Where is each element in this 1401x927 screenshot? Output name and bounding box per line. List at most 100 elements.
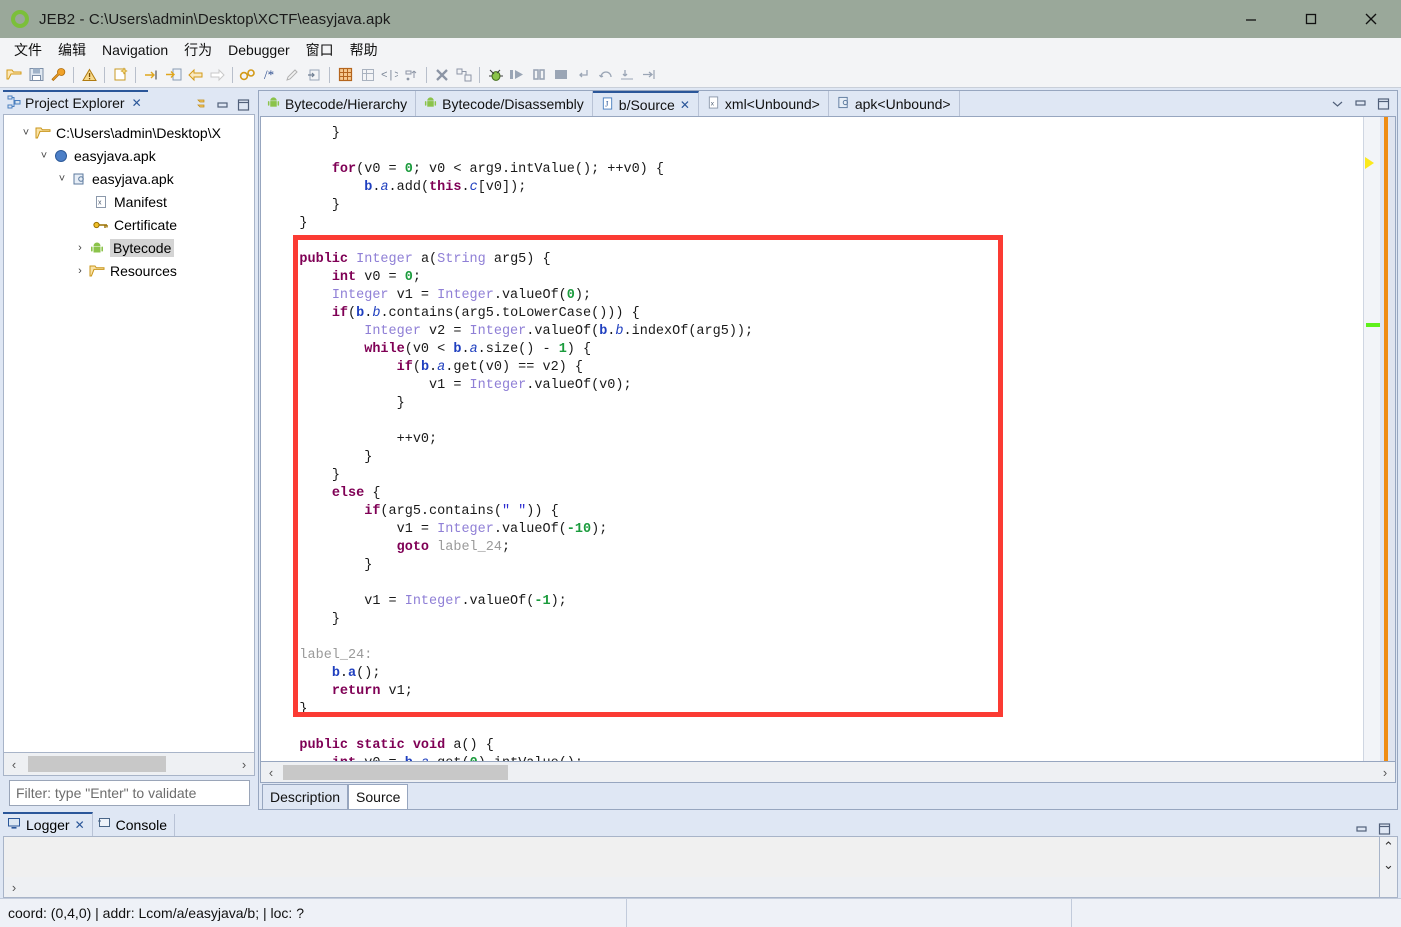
- logger-hscrollbar[interactable]: ›: [4, 877, 1379, 897]
- toolbar-divider: [73, 66, 74, 83]
- menu-edit[interactable]: 编辑: [50, 38, 94, 62]
- menu-file[interactable]: 文件: [6, 38, 50, 62]
- close-button[interactable]: [1341, 0, 1401, 38]
- hscroll-thumb[interactable]: [28, 756, 166, 772]
- minimize-icon[interactable]: [215, 98, 230, 112]
- gears-icon[interactable]: [237, 64, 259, 85]
- maximize-button[interactable]: [1281, 0, 1341, 38]
- tree-item-workspace[interactable]: ˅ C:\Users\admin\Desktop\X: [4, 121, 254, 144]
- menu-window[interactable]: 窗口: [298, 38, 342, 62]
- grid-outline-icon[interactable]: [356, 64, 378, 85]
- code-viewport[interactable]: } for(v0 = 0; v0 < arg9.intValue(); ++v0…: [261, 117, 1363, 761]
- maximize-icon[interactable]: [1376, 97, 1391, 111]
- step-into-icon[interactable]: [140, 64, 162, 85]
- tab-project-explorer[interactable]: Project Explorer ✕: [3, 90, 148, 114]
- logger-content[interactable]: ›: [3, 836, 1380, 898]
- sort-icon[interactable]: [400, 64, 422, 85]
- step-return-icon[interactable]: [572, 64, 594, 85]
- maximize-icon[interactable]: [1377, 822, 1392, 836]
- code-line: }: [299, 702, 308, 717]
- vscroll-thumb[interactable]: [1384, 117, 1388, 761]
- comment-icon[interactable]: /*: [259, 64, 281, 85]
- tree-item-manifest[interactable]: x Manifest: [4, 190, 254, 213]
- menu-navigation[interactable]: Navigation: [94, 40, 176, 60]
- stop-icon[interactable]: [550, 64, 572, 85]
- back-arrow-icon[interactable]: [184, 64, 206, 85]
- code-hscrollbar[interactable]: ‹ ›: [260, 762, 1396, 783]
- maximize-icon[interactable]: [236, 98, 251, 112]
- tab-source[interactable]: Source: [348, 784, 409, 809]
- scroll-up-icon[interactable]: ⌃: [1383, 839, 1394, 855]
- step-into2-icon[interactable]: [616, 64, 638, 85]
- code-editor[interactable]: } for(v0 = 0; v0 < arg9.intValue(); ++v0…: [260, 116, 1396, 762]
- match-marker-icon[interactable]: [1366, 323, 1380, 327]
- project-tree-hscrollbar[interactable]: ‹ ›: [3, 753, 255, 776]
- step-over-icon[interactable]: [594, 64, 616, 85]
- scroll-right-icon[interactable]: ›: [1375, 765, 1395, 780]
- menu-debugger[interactable]: Debugger: [220, 40, 298, 60]
- hscroll-thumb[interactable]: [283, 765, 508, 780]
- chevron-right-icon[interactable]: ›: [72, 242, 88, 254]
- scroll-left-icon[interactable]: ›: [4, 880, 24, 895]
- tree-item-project[interactable]: ˅ easyjava.apk: [4, 144, 254, 167]
- scroll-left-icon[interactable]: ‹: [261, 765, 281, 780]
- resume-icon[interactable]: [638, 64, 660, 85]
- chevron-down-icon[interactable]: ˅: [18, 127, 34, 139]
- scroll-right-icon[interactable]: ›: [234, 757, 254, 772]
- chevron-down-icon[interactable]: [1330, 97, 1345, 111]
- menu-help[interactable]: 帮助: [342, 38, 386, 62]
- compare-icon[interactable]: [453, 64, 475, 85]
- tree-item-apk[interactable]: ˅ easyjava.apk: [4, 167, 254, 190]
- warning-icon[interactable]: [78, 64, 100, 85]
- marker-column[interactable]: [1363, 117, 1380, 761]
- scroll-down-icon[interactable]: ⌄: [1383, 857, 1394, 873]
- tree-item-bytecode[interactable]: › Bytecode: [4, 236, 254, 259]
- chevron-down-icon[interactable]: ˅: [36, 150, 52, 162]
- tree-item-resources[interactable]: › Resources: [4, 259, 254, 282]
- menu-action[interactable]: 行为: [176, 38, 220, 62]
- step-over-export-icon[interactable]: [162, 64, 184, 85]
- save-icon[interactable]: [25, 64, 47, 85]
- open-folder-icon[interactable]: [3, 64, 25, 85]
- tab-description[interactable]: Description: [262, 784, 349, 809]
- hscroll-track[interactable]: [281, 764, 1375, 780]
- minimize-button[interactable]: [1221, 0, 1281, 38]
- pencil-icon[interactable]: [281, 64, 303, 85]
- status-bar: coord: (0,4,0) | addr: Lcom/a/easyjava/b…: [0, 898, 1401, 927]
- debug-bug-icon[interactable]: [484, 64, 506, 85]
- tab-console[interactable]: Console: [92, 814, 176, 836]
- minimize-icon[interactable]: [1354, 822, 1369, 836]
- pause-icon[interactable]: [528, 64, 550, 85]
- close-icon[interactable]: ✕: [132, 96, 142, 110]
- code-brackets-icon[interactable]: <|>: [378, 64, 400, 85]
- wrench-icon[interactable]: [47, 64, 69, 85]
- chevron-right-icon[interactable]: ›: [72, 265, 88, 277]
- run-icon[interactable]: [506, 64, 528, 85]
- link-editor-icon[interactable]: [194, 98, 209, 112]
- chevron-down-icon[interactable]: ˅: [54, 173, 70, 185]
- source-code[interactable]: } for(v0 = 0; v0 < arg9.intValue(); ++v0…: [261, 117, 1363, 761]
- tab-logger[interactable]: Logger ✕: [3, 812, 93, 836]
- code-vscrollbar[interactable]: [1380, 117, 1395, 761]
- delete-x-icon[interactable]: [431, 64, 453, 85]
- export-icon[interactable]: [303, 64, 325, 85]
- grid-table-icon[interactable]: [334, 64, 356, 85]
- tree-item-certificate[interactable]: Certificate: [4, 213, 254, 236]
- close-icon[interactable]: ✕: [680, 98, 690, 112]
- tab-bytecode-hierarchy[interactable]: Bytecode/Hierarchy: [259, 91, 417, 116]
- bookmark-marker-icon[interactable]: [1365, 157, 1374, 169]
- filter-input[interactable]: Filter: type "Enter" to validate: [9, 780, 250, 806]
- logger-output[interactable]: [4, 837, 1379, 877]
- tab-apk-unbound[interactable]: apk<Unbound>: [829, 91, 960, 116]
- tab-bytecode-disassembly[interactable]: Bytecode/Disassembly: [416, 91, 593, 116]
- tab-xml-unbound[interactable]: x xml<Unbound>: [699, 91, 829, 116]
- logger-scroll-buttons[interactable]: ⌃ ⌄: [1380, 836, 1398, 898]
- new-document-icon[interactable]: [109, 64, 131, 85]
- hscroll-track[interactable]: [24, 756, 234, 772]
- forward-arrow-icon[interactable]: [206, 64, 228, 85]
- project-tree-panel[interactable]: ˅ C:\Users\admin\Desktop\X ˅ easyjava.ap…: [3, 114, 255, 753]
- tab-b-source[interactable]: J b/Source ✕: [592, 91, 699, 116]
- close-icon[interactable]: ✕: [75, 818, 85, 832]
- scroll-left-icon[interactable]: ‹: [4, 757, 24, 772]
- minimize-icon[interactable]: [1353, 97, 1368, 111]
